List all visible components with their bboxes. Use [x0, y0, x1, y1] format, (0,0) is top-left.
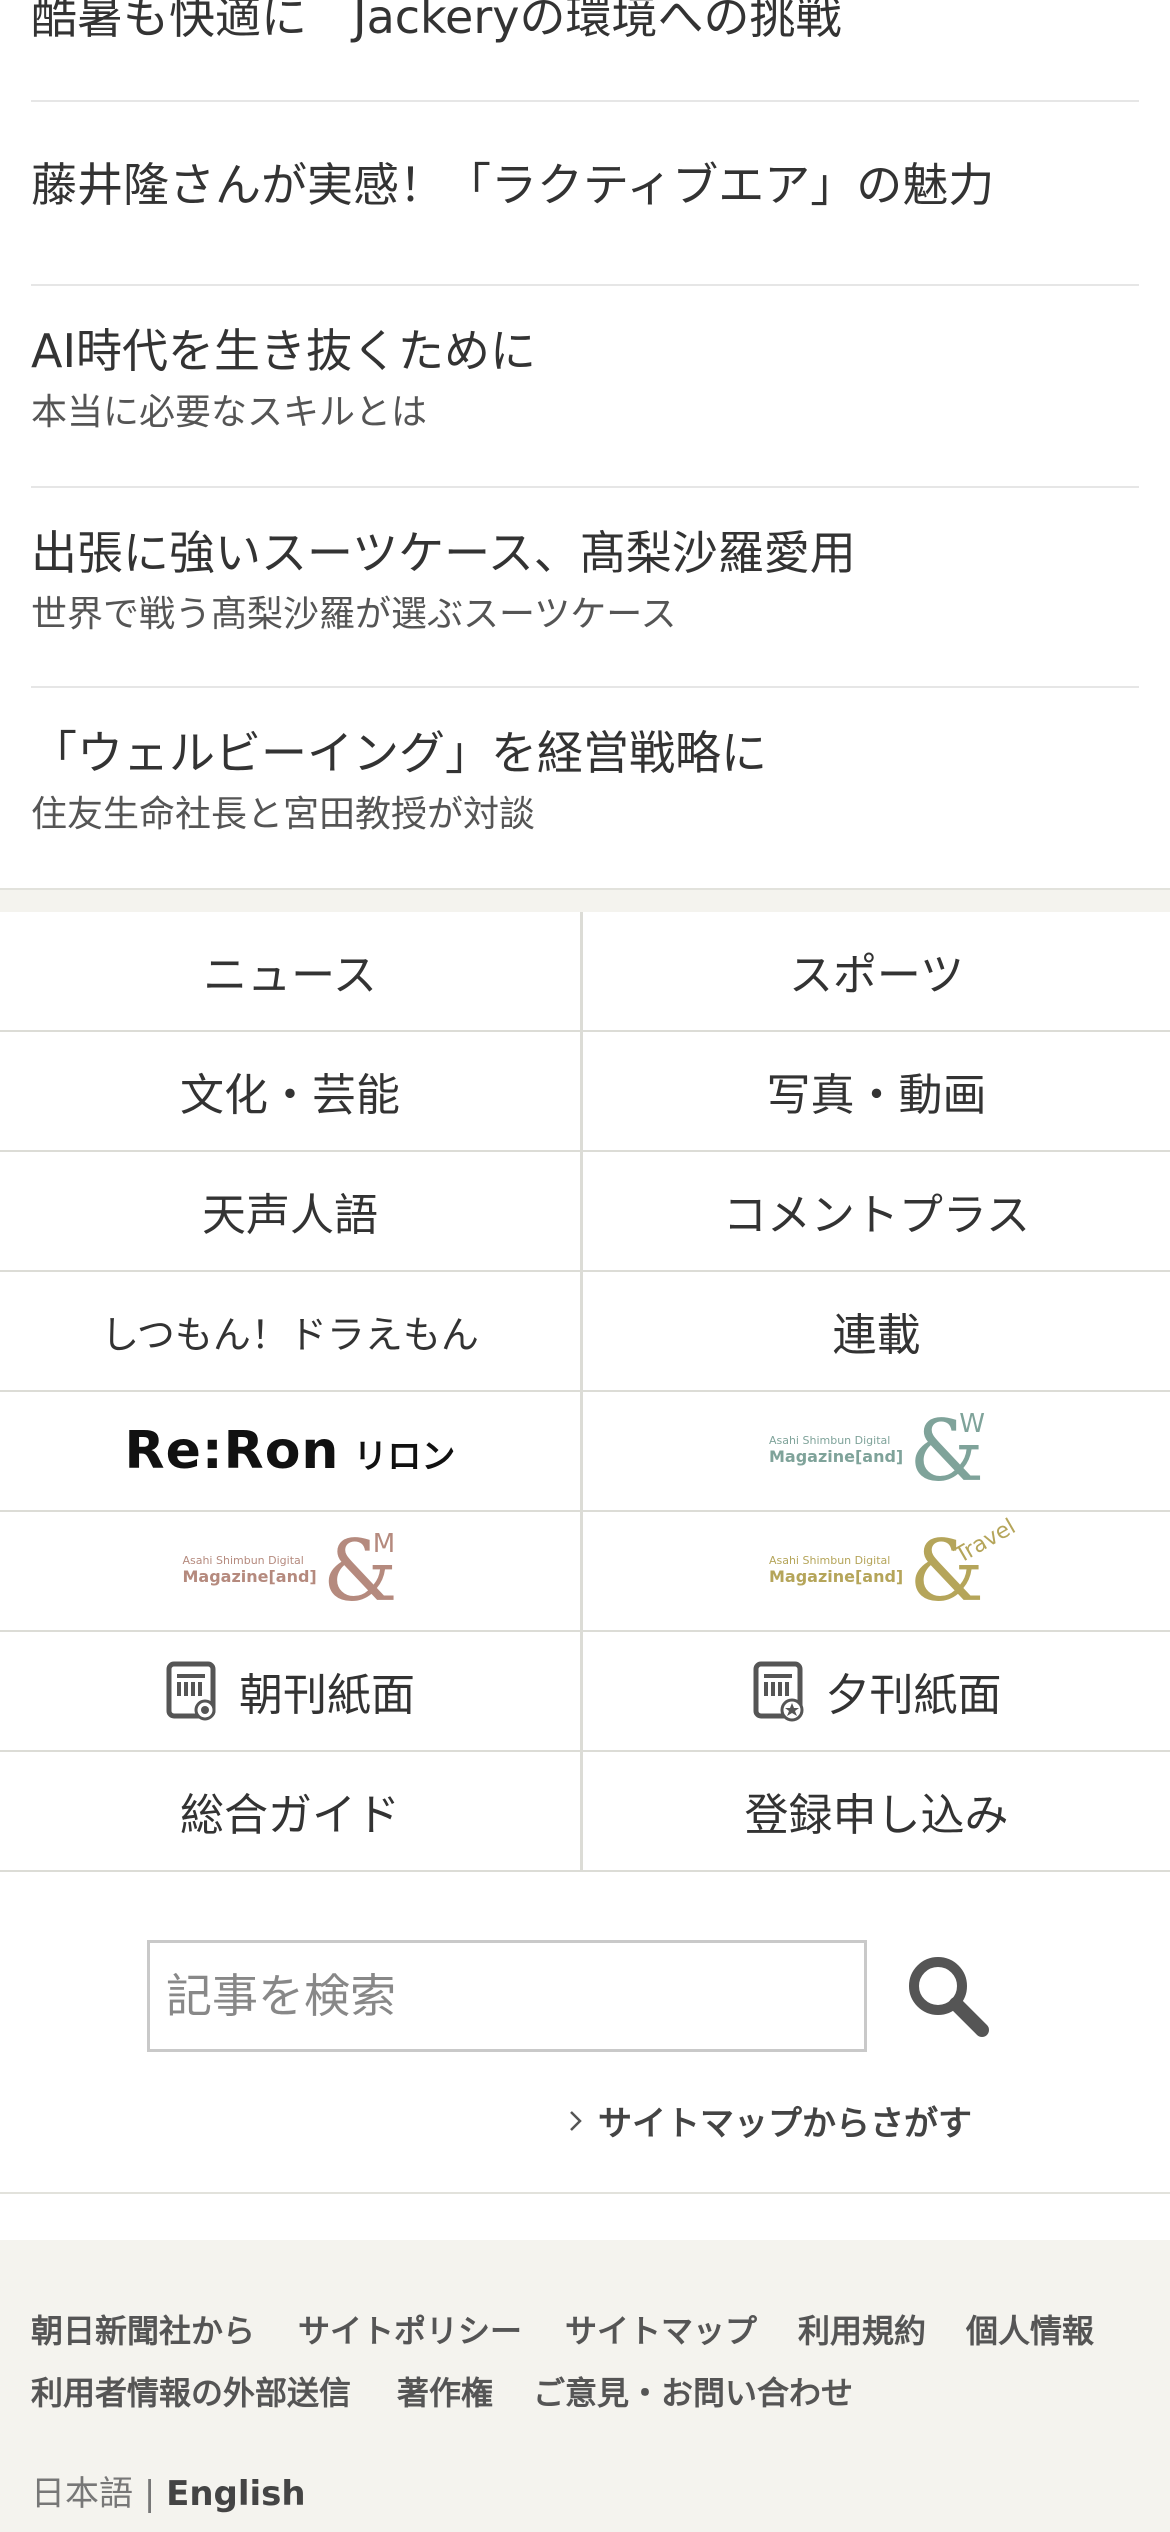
and-w-suffix: W: [959, 1409, 985, 1439]
nav-morning-paper-label: 朝刊紙面: [239, 1670, 415, 1721]
footer-link-copyright[interactable]: 著作権: [397, 2368, 493, 2414]
nav-tensei-jingo-label: 天声人語: [202, 1190, 378, 1241]
article-title: 藤井隆さんが実感！「ラクティブエア」の魅力: [31, 158, 995, 212]
article-title: 「ウェルビーイング」を経営戦略に: [31, 726, 767, 780]
nav-rensai[interactable]: 連載: [583, 1272, 1170, 1392]
article-title: AI時代を生き抜くために: [31, 324, 537, 378]
and-travel-line1: Asahi Shimbun Digital: [768, 1554, 891, 1568]
nav-reron[interactable]: Re:Ron リロン: [0, 1392, 583, 1512]
article-item[interactable]: 「ウェルビーイング」を経営戦略に 住友生命社長と宮田教授が対談: [31, 688, 1139, 888]
article-item[interactable]: 酷暑も快適に Jackeryの環境への挑戦: [31, 0, 1139, 102]
nav-photo-video[interactable]: 写真・動画: [583, 1032, 1170, 1152]
nav-culture[interactable]: 文化・芸能: [0, 1032, 583, 1152]
and-m-suffix: M: [372, 1529, 396, 1559]
article-subtitle: 住友生命社長と宮田教授が対談: [31, 793, 536, 835]
search-icon[interactable]: [900, 1948, 996, 2044]
sitemap-search-link[interactable]: サイトマップからさがす: [568, 2096, 972, 2145]
and-m-logo: Asahi Shimbun Digital Magazine[and] & M: [182, 1529, 397, 1613]
chevron-right-icon: [570, 2110, 582, 2131]
nav-shitsumon-doraemon-label: しつもん！ドラえもん: [101, 1312, 479, 1357]
article-subtitle: 世界で戦う髙梨沙羅が選ぶスーツケース: [31, 593, 677, 635]
nav-shitsumon-doraemon[interactable]: しつもん！ドラえもん: [0, 1272, 583, 1392]
footer-link-sitemap[interactable]: サイトマップ: [565, 2306, 757, 2352]
and-m-line2: Magazine[and]: [182, 1567, 317, 1587]
nav-news-label: ニュース: [203, 950, 377, 1001]
nav-sports-label: スポーツ: [788, 950, 965, 1001]
nav-guide-label: 総合ガイド: [180, 1790, 400, 1841]
article-item[interactable]: 藤井隆さんが実感！「ラクティブエア」の魅力: [31, 102, 1139, 286]
nav-tensei-jingo[interactable]: 天声人語: [0, 1152, 583, 1272]
nav-guide[interactable]: 総合ガイド: [0, 1752, 583, 1872]
article-subtitle: 本当に必要なスキルとは: [31, 391, 428, 433]
nav-sports[interactable]: スポーツ: [583, 912, 1170, 1032]
and-w-logo: Asahi Shimbun Digital Magazine[and] & W: [768, 1409, 985, 1493]
nav-evening-paper-label: 夕刊紙面: [825, 1670, 1002, 1721]
and-m-line1: Asahi Shimbun Digital: [182, 1554, 304, 1568]
footer-link-terms[interactable]: 利用規約: [798, 2306, 926, 2352]
reron-logo-word: Re:Ron: [124, 1421, 340, 1481]
and-w-line2: Magazine[and]: [768, 1447, 904, 1467]
nav-evening-paper[interactable]: 夕刊紙面: [583, 1632, 1170, 1752]
article-title: 出張に強いスーツケース、髙梨沙羅愛用: [31, 526, 856, 580]
and-travel-logo: Asahi Shimbun Digital Magazine[and] & Tra…: [768, 1514, 1020, 1613]
footer-link-privacy[interactable]: 個人情報: [966, 2306, 1094, 2352]
sitemap-search-label: サイトマップからさがす: [598, 2104, 972, 2144]
and-travel-amp: & Travel: [909, 1514, 1020, 1613]
reron-logo-kana: リロン: [353, 1437, 456, 1477]
nav-comment-plus[interactable]: コメントプラス: [583, 1152, 1170, 1272]
lang-separator: |: [143, 2474, 156, 2514]
lang-english[interactable]: English: [166, 2474, 306, 2514]
footer-divider: [0, 2192, 1170, 2194]
evening-paper-icon: [753, 1661, 803, 1722]
footer-link-external-transmission[interactable]: 利用者情報の外部送信: [31, 2368, 351, 2414]
footer-link-site-policy[interactable]: サイトポリシー: [298, 2306, 522, 2352]
nav-and-w[interactable]: Asahi Shimbun Digital Magazine[and] & W: [583, 1392, 1170, 1512]
nav-comment-plus-label: コメントプラス: [722, 1190, 1031, 1241]
and-w-amp: & W: [909, 1409, 985, 1493]
article-item[interactable]: 出張に強いスーツケース、髙梨沙羅愛用 世界で戦う髙梨沙羅が選ぶスーツケース: [31, 488, 1139, 688]
nav-register-label: 登録申し込み: [744, 1790, 1009, 1841]
and-travel-line2: Magazine[and]: [768, 1567, 904, 1587]
nav-rensai-label: 連載: [832, 1310, 921, 1361]
nav-morning-paper[interactable]: 朝刊紙面: [0, 1632, 583, 1752]
section-divider: [0, 888, 1170, 912]
nav-register[interactable]: 登録申し込み: [583, 1752, 1170, 1872]
reron-logo: Re:Ron リロン: [125, 1421, 456, 1481]
lang-japanese[interactable]: 日本語: [31, 2474, 133, 2514]
search-input[interactable]: [147, 1940, 867, 2052]
footer-link-company[interactable]: 朝日新聞社から: [31, 2306, 255, 2352]
article-title: 酷暑も快適に Jackeryの環境への挑戦: [31, 0, 842, 44]
morning-paper-icon: [166, 1661, 216, 1721]
and-w-line1: Asahi Shimbun Digital: [768, 1434, 891, 1448]
nav-and-m[interactable]: Asahi Shimbun Digital Magazine[and] & M: [0, 1512, 583, 1632]
nav-and-travel[interactable]: Asahi Shimbun Digital Magazine[and] & Tra…: [583, 1512, 1170, 1632]
and-m-amp: & M: [323, 1529, 398, 1613]
nav-culture-label: 文化・芸能: [180, 1070, 400, 1121]
language-switcher: 日本語 | English: [31, 2466, 306, 2515]
footer-link-contact[interactable]: ご意見・お問い合わせ: [533, 2368, 853, 2414]
nav-news[interactable]: ニュース: [0, 912, 583, 1032]
article-item[interactable]: AI時代を生き抜くために 本当に必要なスキルとは: [31, 286, 1139, 488]
nav-photo-video-label: 写真・動画: [766, 1070, 987, 1121]
